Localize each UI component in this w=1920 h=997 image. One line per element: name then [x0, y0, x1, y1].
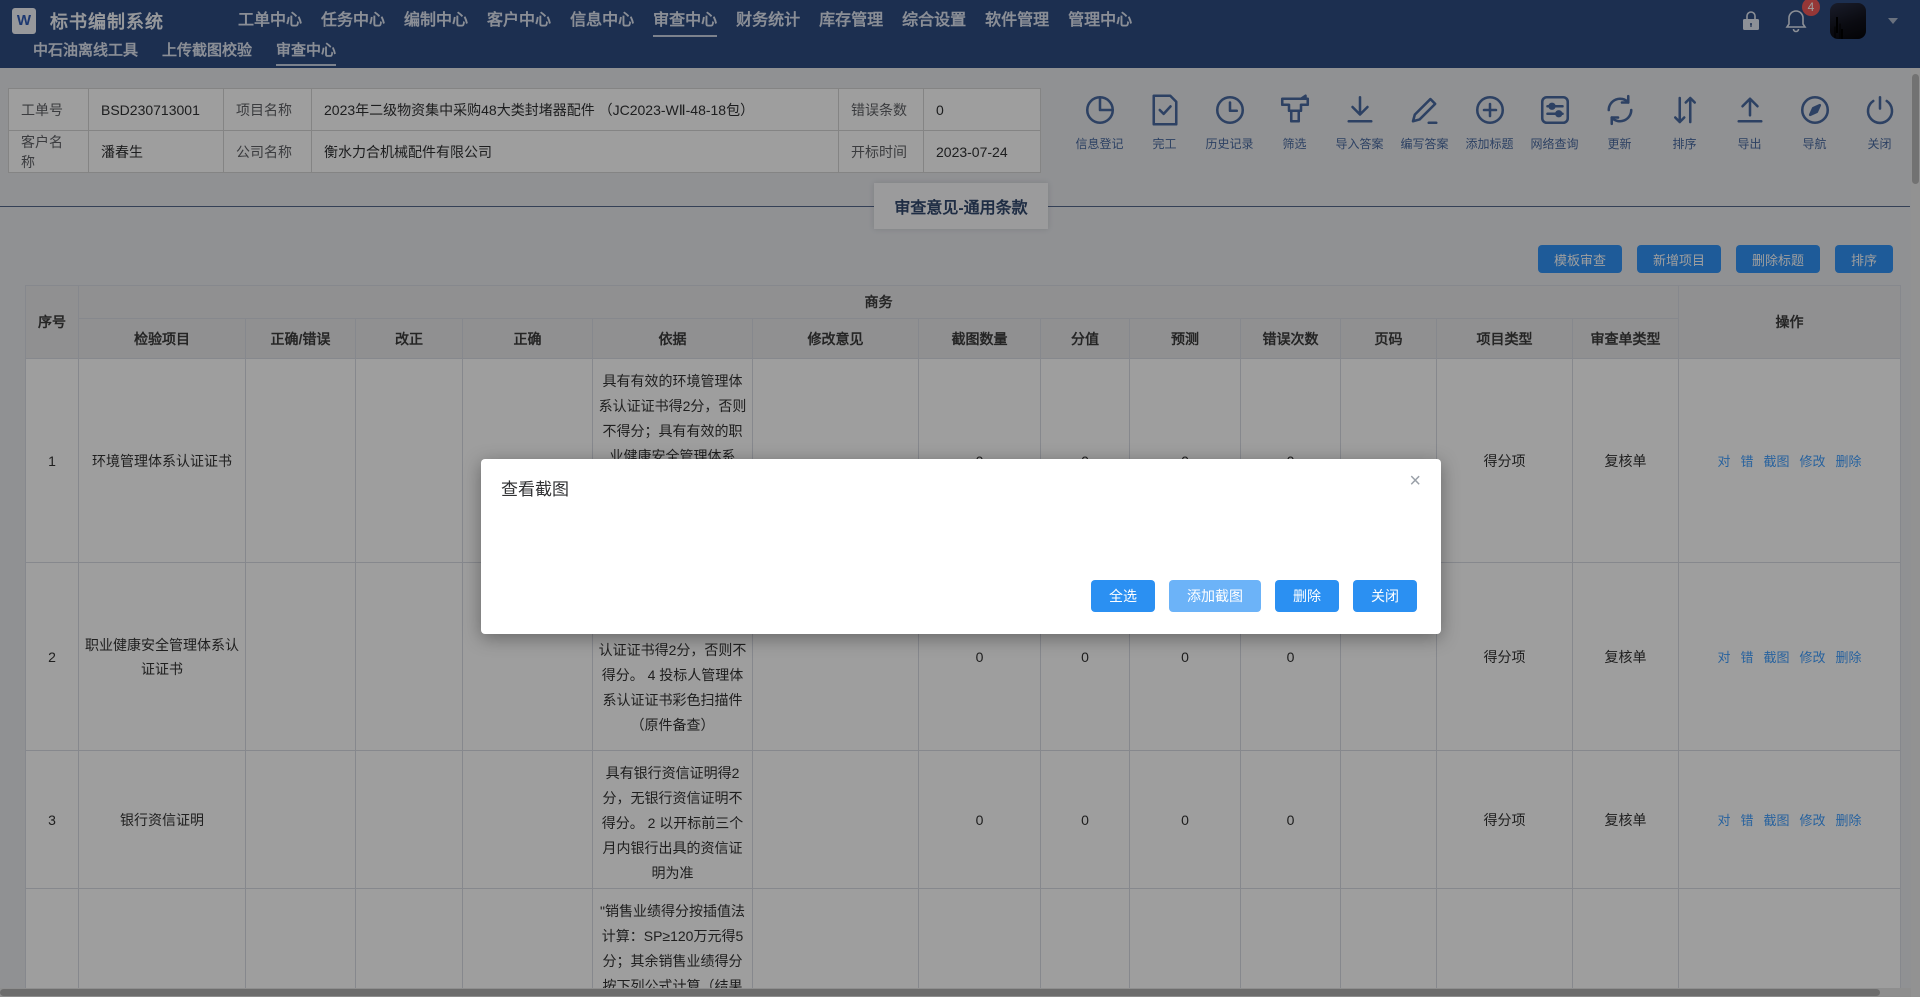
view-screenshot-dialog: 查看截图 × 全选 添加截图 删除 关闭 — [481, 459, 1441, 634]
dialog-footer: 全选 添加截图 删除 关闭 — [1091, 580, 1417, 612]
close-icon[interactable]: × — [1409, 471, 1421, 491]
close-button[interactable]: 关闭 — [1353, 580, 1417, 612]
select-all-button[interactable]: 全选 — [1091, 580, 1155, 612]
add-screenshot-button[interactable]: 添加截图 — [1169, 580, 1261, 612]
delete-button[interactable]: 删除 — [1275, 580, 1339, 612]
dialog-title: 查看截图 — [501, 480, 569, 499]
